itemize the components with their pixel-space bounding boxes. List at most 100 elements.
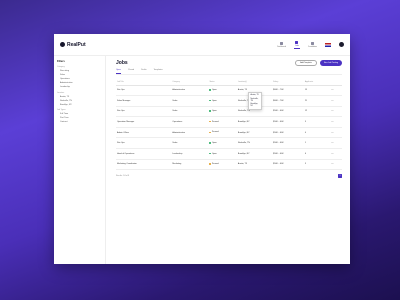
status-badge: Open (209, 141, 217, 144)
table-row[interactable]: Admin Officer Administrative Paused Brookly… (116, 127, 342, 139)
status-label: Paused (211, 131, 219, 134)
sidebar-title: Filters (57, 60, 65, 63)
nav-dashboard[interactable]: Dashboard (277, 41, 286, 48)
applicants-cell: 6 (303, 148, 330, 160)
status-cell: Open (208, 137, 237, 150)
page-button[interactable]: 1 (338, 174, 342, 179)
tab-open[interactable]: Open (116, 69, 121, 74)
filter-item[interactable]: Contract (57, 120, 102, 124)
status-cell: Paused (208, 127, 237, 139)
location-cell: Brooklyn, NY (236, 127, 273, 139)
salary-cell: $50K – 60K (272, 116, 304, 128)
applicants-cell: 21 (303, 95, 330, 107)
location-cell: Brooklyn, NY (236, 148, 273, 160)
status-dot-icon (209, 121, 211, 123)
table-row[interactable]: Site Ops Sales Open Nashville, TN $50K – 60K… (116, 106, 342, 118)
tab-drafts[interactable]: Drafts (141, 69, 146, 74)
status-dot-icon (209, 152, 211, 155)
status-label: Open (211, 99, 217, 102)
category-cell: Sales (171, 95, 209, 107)
applicants-cell: 9 (303, 116, 330, 128)
add-template-button[interactable]: Add Template (295, 60, 317, 66)
nav-dashboard-label: Dashboard (277, 45, 286, 48)
filter-item[interactable]: Leadership (57, 85, 102, 89)
salary-cell: $60K – 70K (272, 85, 304, 97)
status-label: Open (211, 88, 217, 91)
table-row[interactable]: Site Ops Administrative Open Austin, TX $60K… (116, 85, 342, 97)
status-dot-icon (209, 110, 211, 112)
salary-cell: $50K – 60K (272, 159, 304, 171)
status-label: Paused (211, 120, 219, 123)
status-cell: Open (208, 148, 237, 160)
salary-cell: $50K – 60K (272, 127, 304, 139)
filter-item[interactable]: Brooklyn, NY (57, 103, 102, 107)
status-cell: Paused (208, 116, 237, 128)
table-row[interactable]: Head of Operations Leadership Open Brooklyn… (116, 148, 342, 160)
job-title-cell: Head of Operations (116, 148, 172, 160)
salary-cell: $50K – 60K (272, 137, 304, 150)
avatar[interactable] (339, 42, 344, 47)
job-title-cell: Sales Manager (116, 95, 172, 107)
job-title-cell: Admin Officer (116, 127, 172, 139)
jobs-table: Job Title Category Status Location(s) Sa… (116, 79, 342, 171)
tab-closed[interactable]: Closed (128, 69, 134, 74)
app-logo[interactable]: RealPut (60, 42, 86, 48)
table-footer: Results: 1-8 of 8 1 (116, 174, 342, 179)
dashboard-icon (280, 41, 283, 45)
nav-candidates-label: Candidates (307, 45, 317, 48)
table-row[interactable]: Site Ops Sales Open Nashville, TN $50K – 60K… (116, 137, 342, 150)
more-options-icon[interactable]: ••• (330, 159, 342, 171)
status-dot-icon (209, 89, 211, 91)
filter-sidebar: Filters Category Recruiting Sales Operat… (54, 56, 106, 264)
logo-icon (60, 42, 65, 47)
more-options-icon[interactable]: ••• (330, 106, 342, 118)
more-options-icon[interactable]: ••• (330, 148, 342, 160)
more-options-icon[interactable]: ••• (330, 85, 342, 97)
category-cell: Sales (171, 106, 209, 118)
job-title-cell: Site Ops (116, 85, 172, 97)
tab-templates[interactable]: Templates (153, 69, 162, 74)
status-badge: Open (209, 88, 217, 91)
candidates-icon (310, 41, 314, 45)
table-row[interactable]: Marketing Coordinator Marketing Paused Aust… (116, 159, 342, 171)
status-badge: Open (209, 152, 217, 155)
app-name: RealPut (67, 41, 86, 48)
filter-group-title: Job Types (57, 109, 66, 111)
status-label: Paused (211, 163, 219, 166)
more-options-icon[interactable]: ••• (330, 95, 342, 107)
filter-group-title: Location (57, 91, 65, 94)
dropdown-option[interactable]: Brooklyn, NY (249, 103, 261, 109)
app-window: RealPut Dashboard Jobs Candidates Filter… (54, 34, 350, 264)
salary-cell: $50K – 60K (272, 106, 304, 118)
category-cell: Leadership (171, 148, 209, 160)
jobs-icon (295, 40, 299, 44)
job-title-cell: Site Ops (116, 137, 172, 150)
category-cell: Administrative (171, 85, 209, 97)
more-options-icon[interactable]: ••• (330, 127, 342, 139)
nav-jobs-label: Jobs (295, 44, 299, 47)
new-job-posting-button[interactable]: New Job Posting (319, 60, 342, 66)
status-badge: Paused (209, 131, 219, 134)
status-label: Open (211, 110, 217, 113)
table-row[interactable]: Sales Manager Sales Open Nashville, TN $60K … (116, 95, 342, 107)
job-title-cell: Operation Manager (116, 116, 172, 128)
category-cell: Marketing (171, 159, 209, 171)
page-title: Jobs (116, 60, 128, 66)
status-cell: Open (208, 106, 237, 118)
language-flag-icon[interactable] (325, 42, 331, 47)
location-cell: Austin, TX (236, 159, 273, 171)
table-row[interactable]: Operation Manager Operations Paused Brookly… (116, 116, 342, 128)
status-cell: Open (208, 95, 237, 107)
applicants-cell: 1 (303, 137, 330, 150)
status-badge: Paused (209, 163, 219, 166)
more-options-icon[interactable]: ••• (330, 137, 342, 150)
location-dropdown: Austin, TX Nashville, TN Brooklyn, NY (248, 92, 262, 110)
status-dot-icon (209, 131, 211, 134)
status-dot-icon (209, 142, 211, 144)
more-options-icon[interactable]: ••• (330, 116, 342, 128)
status-badge: Open (209, 110, 217, 113)
status-label: Open (211, 141, 217, 144)
top-nav: Dashboard Jobs Candidates (277, 40, 344, 49)
nav-candidates[interactable]: Candidates (307, 41, 317, 48)
nav-jobs[interactable]: Jobs (293, 40, 300, 49)
